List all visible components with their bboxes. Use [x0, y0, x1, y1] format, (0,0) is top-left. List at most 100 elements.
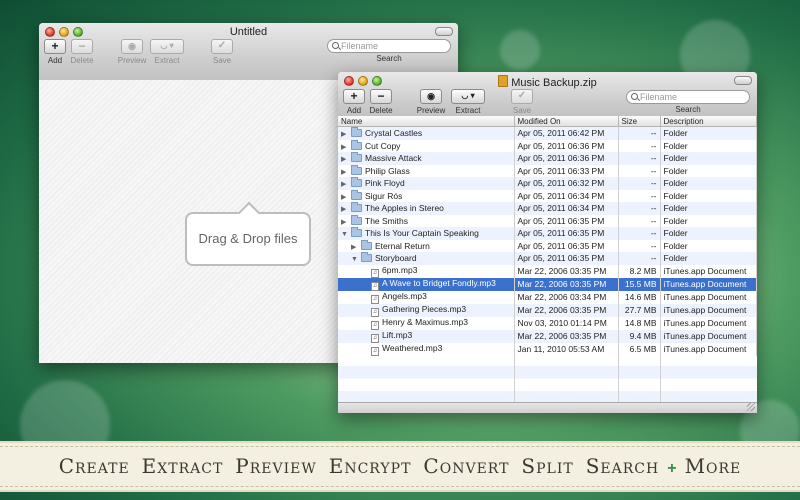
drop-target[interactable]: Drag & Drop files: [185, 201, 311, 266]
preview-button[interactable]: ◉ Preview: [117, 39, 147, 65]
preview-button[interactable]: ◉ Preview: [416, 89, 446, 115]
save-button[interactable]: ✓ Save: [510, 89, 534, 115]
add-button[interactable]: + Add: [342, 89, 366, 115]
file-row[interactable]: ♫ Gathering Pieces.mp3 Mar 22, 2006 03:35 …: [338, 303, 757, 317]
description-cell: Folder: [660, 227, 757, 240]
size-cell: --: [618, 152, 661, 165]
disclosure-closed-icon[interactable]: ▶: [341, 193, 351, 201]
file-row[interactable]: ♫ Lift.mp3 Mar 22, 2006 03:35 PM 9.4 MB iTun…: [338, 329, 757, 343]
folder-row[interactable]: ▼ Storyboard Apr 05, 2011 06:35 PM -- Folder: [338, 252, 757, 265]
size-cell: 27.7 MB: [618, 303, 661, 317]
size-cell: 8.2 MB: [618, 264, 661, 278]
description-cell: Folder: [660, 139, 757, 152]
item-name: A Wave to Bridget Fondly.mp3: [382, 277, 496, 288]
column-divider: [618, 127, 619, 403]
modified-cell: Apr 05, 2011 06:35 PM: [514, 239, 619, 252]
folder-icon: [351, 227, 362, 238]
column-header-size[interactable]: Size: [618, 116, 661, 127]
file-row[interactable]: ♫ Weathered.mp3 Jan 11, 2010 05:53 AM 6.5 M…: [338, 342, 757, 356]
folder-row[interactable]: ▶ Eternal Return Apr 05, 2011 06:35 PM -- Fo…: [338, 239, 757, 252]
feature-split: Split: [521, 454, 574, 478]
minus-icon: −: [370, 89, 392, 104]
folder-row[interactable]: ▶ Massive Attack Apr 05, 2011 06:36 PM -- Fo…: [338, 152, 757, 165]
archive-window: Music Backup.zip + Add − Delete ◉ Previe…: [338, 72, 757, 413]
folder-row[interactable]: ▼ This Is Your Captain Speaking Apr 05, 20…: [338, 227, 757, 240]
audio-file-icon: ♫: [371, 268, 379, 278]
file-row[interactable]: ♫ Angels.mp3 Mar 22, 2006 03:34 PM 14.6 MB i…: [338, 290, 757, 304]
search-icon: [631, 93, 638, 100]
toolbar-toggle-button[interactable]: [734, 76, 752, 85]
file-row[interactable]: ♫ 6pm.mp3 Mar 22, 2006 03:35 PM 8.2 MB iTune…: [338, 264, 757, 278]
extract-button[interactable]: ◡ ▾ Extract: [149, 39, 185, 65]
modified-cell: Jan 11, 2010 05:53 AM: [514, 342, 619, 356]
plus-icon: +: [343, 89, 365, 104]
folder-icon: [351, 214, 362, 225]
folder-icon: [351, 202, 362, 213]
item-name: Storyboard: [375, 253, 417, 264]
feature-extract: Extract: [141, 454, 224, 478]
modified-cell: Apr 05, 2011 06:42 PM: [514, 126, 619, 140]
name-cell: ▶ Eternal Return: [338, 239, 515, 252]
folder-row[interactable]: ▶ The Smiths Apr 05, 2011 06:35 PM -- Folder: [338, 214, 757, 227]
table-header: Name Modified On Size Description: [338, 116, 757, 127]
folder-icon: [351, 127, 362, 138]
disclosure-closed-icon[interactable]: ▶: [341, 143, 351, 151]
item-name: Cut Copy: [365, 140, 401, 151]
disclosure-open-icon[interactable]: ▼: [341, 231, 351, 238]
file-row[interactable]: ♫ Henry & Maximus.mp3 Nov 03, 2010 01:14 P…: [338, 316, 757, 330]
disclosure-closed-icon[interactable]: ▶: [341, 168, 351, 176]
disclosure-closed-icon[interactable]: ▶: [341, 180, 351, 188]
name-cell: ♫ Henry & Maximus.mp3: [338, 316, 515, 330]
description-cell: iTunes.app Document: [660, 342, 757, 356]
description-cell: iTunes.app Document: [660, 329, 757, 343]
size-cell: --: [618, 252, 661, 265]
toolbar-toggle-button[interactable]: [435, 27, 453, 36]
resize-grip-icon[interactable]: [747, 403, 755, 411]
add-button[interactable]: + Add: [43, 39, 67, 65]
disclosure-open-icon[interactable]: ▼: [351, 256, 361, 263]
feature-create: Create: [58, 454, 130, 478]
delete-button[interactable]: − Delete: [368, 89, 394, 115]
folder-row[interactable]: ▶ Philip Glass Apr 05, 2011 06:33 PM -- Fold…: [338, 164, 757, 177]
column-header-name[interactable]: Name: [338, 116, 515, 127]
delete-button[interactable]: − Delete: [69, 39, 95, 65]
item-name: Crystal Castles: [365, 128, 423, 139]
drop-notch: [237, 201, 261, 225]
search-input[interactable]: Filename: [626, 90, 750, 104]
column-divider: [660, 127, 661, 403]
folder-row[interactable]: ▶ The Apples in Stereo Apr 05, 2011 06:34 …: [338, 202, 757, 215]
save-button[interactable]: ✓ Save: [210, 39, 234, 65]
folder-row[interactable]: ▶ Crystal Castles Apr 05, 2011 06:42 PM -- F…: [338, 126, 757, 140]
feature-search: Search: [585, 454, 660, 478]
audio-file-icon: ♫: [371, 294, 379, 304]
description-cell: Folder: [660, 189, 757, 202]
extract-dropdown-icon: ◡ ▾: [451, 89, 485, 104]
search-input[interactable]: Filename: [327, 39, 451, 53]
modified-cell: Mar 22, 2006 03:35 PM: [514, 303, 619, 317]
description-cell: Folder: [660, 214, 757, 227]
size-cell: --: [618, 189, 661, 202]
item-name: Henry & Maximus.mp3: [382, 316, 468, 327]
folder-row[interactable]: ▶ Pink Floyd Apr 05, 2011 06:32 PM -- Folder: [338, 177, 757, 190]
folder-row[interactable]: ▶ Sigur Rós Apr 05, 2011 06:34 PM -- Folder: [338, 189, 757, 202]
name-cell: ▶ The Apples in Stereo: [338, 202, 515, 215]
size-cell: 9.4 MB: [618, 329, 661, 343]
modified-cell: Apr 05, 2011 06:35 PM: [514, 214, 619, 227]
name-cell: ▶ Sigur Rós: [338, 189, 515, 202]
disclosure-closed-icon[interactable]: ▶: [341, 218, 351, 226]
disclosure-closed-icon[interactable]: ▶: [341, 130, 351, 138]
description-cell: Folder: [660, 239, 757, 252]
disclosure-closed-icon[interactable]: ▶: [341, 205, 351, 213]
description-cell: iTunes.app Document: [660, 264, 757, 278]
file-row[interactable]: ♫ A Wave to Bridget Fondly.mp3 Mar 22, 200…: [338, 277, 757, 291]
disclosure-closed-icon[interactable]: ▶: [341, 155, 351, 163]
extract-button[interactable]: ◡ ▾ Extract: [450, 89, 486, 115]
column-header-modified[interactable]: Modified On: [514, 116, 619, 127]
disclosure-closed-icon[interactable]: ▶: [351, 243, 361, 251]
name-cell: ▼ Storyboard: [338, 252, 515, 265]
extract-dropdown-icon: ◡ ▾: [150, 39, 184, 54]
column-header-description[interactable]: Description: [660, 116, 757, 127]
name-cell: ♫ A Wave to Bridget Fondly.mp3: [338, 277, 515, 291]
column-divider: [514, 127, 515, 403]
folder-row[interactable]: ▶ Cut Copy Apr 05, 2011 06:36 PM -- Folder: [338, 139, 757, 152]
